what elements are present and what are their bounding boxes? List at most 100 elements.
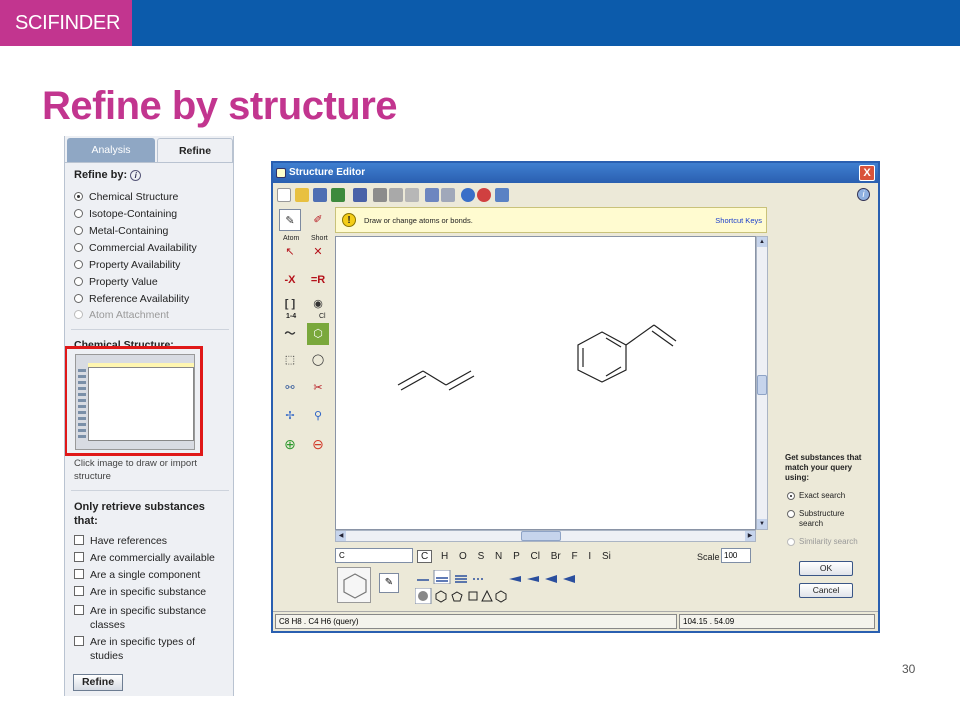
checkbox-specific-substance[interactable]: Are in specific substance [74,585,206,599]
select-rectangle-icon[interactable]: ⬚ [279,349,301,371]
redo-icon[interactable] [441,188,455,202]
close-button[interactable]: X [859,165,875,181]
ring-lock-icon[interactable]: ⬡ [307,323,329,345]
atom-c-button[interactable]: C [417,550,433,563]
bond-lock-icon[interactable]: ⚯ [279,377,301,399]
tab-analysis[interactable]: Analysis [67,138,155,162]
atom-f-button[interactable]: F [572,551,578,562]
cancel-button[interactable]: Cancel [799,583,853,598]
wavy-bond-icon[interactable]: 〜 [279,323,301,345]
cyclobutane-icon[interactable] [468,591,478,601]
radio-icon[interactable] [74,294,83,303]
cut-icon[interactable] [373,188,387,202]
option-chemical-structure[interactable]: Chemical Structure [74,190,178,204]
refine-button[interactable]: Refine [73,674,123,691]
clear-icon[interactable] [477,188,491,202]
option-reference-availability[interactable]: Reference Availability [74,292,189,306]
import-icon[interactable] [331,188,345,202]
option-metal-containing[interactable]: Metal-Containing [74,224,168,238]
atom-input[interactable]: C [335,548,413,563]
radio-icon[interactable] [74,260,83,269]
atom-p-button[interactable]: P [513,551,520,562]
atom-o-button[interactable]: O [459,551,467,562]
radio-icon[interactable] [787,510,795,518]
option-commercial-availability[interactable]: Commercial Availability [74,241,197,255]
atom-tool-icon[interactable]: ↖ [279,241,301,263]
copy-icon[interactable] [389,188,403,202]
rotate-icon[interactable]: ✢ [279,405,301,427]
pencil-tool-icon[interactable]: ✎ [279,209,301,231]
hash-bond-icon[interactable] [563,575,575,583]
scale-input[interactable]: 100 [721,548,751,563]
double-bond-icon[interactable] [433,569,451,585]
atom-n-button[interactable]: N [495,551,502,562]
radio-icon[interactable] [74,192,83,201]
option-property-availability[interactable]: Property Availability [74,258,180,272]
template-edit-icon[interactable]: ✎ [379,573,399,593]
scroll-down-icon[interactable]: ▼ [757,519,767,529]
option-exact-search[interactable]: Exact search [785,491,845,501]
cyclohexane-icon[interactable] [435,590,447,603]
repeating-group-icon[interactable]: [ ] [279,293,301,315]
templates-icon[interactable] [495,188,509,202]
atom-i-button[interactable]: I [588,551,591,562]
checkbox-icon[interactable] [74,636,84,646]
zoom-out-icon[interactable]: ⊖ [307,433,329,455]
option-property-value[interactable]: Property Value [74,275,158,289]
print-icon[interactable] [353,188,367,202]
stereo-bond-icon[interactable] [509,576,521,582]
checkbox-icon[interactable] [74,586,84,596]
wedge-bond-icon[interactable] [527,576,539,582]
vertical-scrollbar[interactable]: ▲ ▼ [756,236,768,530]
atom-si-button[interactable]: Si [602,551,611,562]
ok-button[interactable]: OK [799,561,853,576]
shortcut-tool-icon[interactable]: ✕ [307,241,329,263]
tab-refine[interactable]: Refine [157,138,233,162]
checkbox-icon[interactable] [74,605,84,615]
paste-icon[interactable] [405,188,419,202]
checkbox-have-references[interactable]: Have references [74,534,167,548]
info-icon[interactable]: i [130,170,142,181]
aromatic-ring-icon[interactable] [495,590,507,603]
cyclopropane-icon[interactable] [481,589,493,602]
zoom-in-icon[interactable]: ⊕ [279,433,301,455]
lasso-icon[interactable]: ◯ [307,349,329,371]
option-isotope-containing[interactable]: Isotope-Containing [74,207,177,221]
wedge-bond-bold-icon[interactable] [545,575,557,583]
open-folder-icon[interactable] [295,188,309,202]
r-group-icon[interactable]: =R [307,269,329,291]
shortcut-keys-link[interactable]: Shortcut Keys [715,216,762,225]
radio-icon[interactable] [74,243,83,252]
checkbox-single-component[interactable]: Are a single component [74,568,200,582]
horizontal-scroll-thumb[interactable] [521,531,561,541]
checkbox-icon[interactable] [74,552,84,562]
refresh-icon[interactable] [461,188,475,202]
checkbox-types-of-studies[interactable]: Are in specific types of studies [74,635,224,663]
new-document-icon[interactable] [277,188,291,202]
scroll-right-icon[interactable]: ▶ [745,531,755,541]
save-icon[interactable] [313,188,327,202]
checkbox-commercially-available[interactable]: Are commercially available [74,551,215,565]
undo-icon[interactable] [425,188,439,202]
benzene-template-icon[interactable] [337,567,371,603]
editor-title-bar[interactable]: Structure Editor X [273,163,878,183]
radio-icon[interactable] [787,492,795,500]
scroll-up-icon[interactable]: ▲ [757,237,767,247]
eraser-tool-icon[interactable]: ✐ [307,209,329,231]
atom-h-button[interactable]: H [441,551,448,562]
scroll-left-icon[interactable]: ◀ [336,531,346,541]
magnify-icon[interactable]: ◉ [307,293,329,315]
vertical-scroll-thumb[interactable] [757,375,767,395]
radio-icon[interactable] [74,209,83,218]
cyclopentane-icon[interactable] [451,591,463,602]
drawing-canvas[interactable] [335,236,756,530]
atom-s-button[interactable]: S [478,551,485,562]
option-substructure-search[interactable]: Substructure search [785,509,865,529]
checkbox-substance-classes[interactable]: Are in specific substance classes [74,604,224,632]
horizontal-scrollbar[interactable]: ◀ ▶ [335,530,756,542]
flip-icon[interactable]: ⚲ [307,405,329,427]
atom-cl-button[interactable]: Cl [531,551,540,562]
help-icon[interactable]: i [857,188,870,201]
cut-bond-icon[interactable]: ✂ [307,377,329,399]
radio-icon[interactable] [74,277,83,286]
